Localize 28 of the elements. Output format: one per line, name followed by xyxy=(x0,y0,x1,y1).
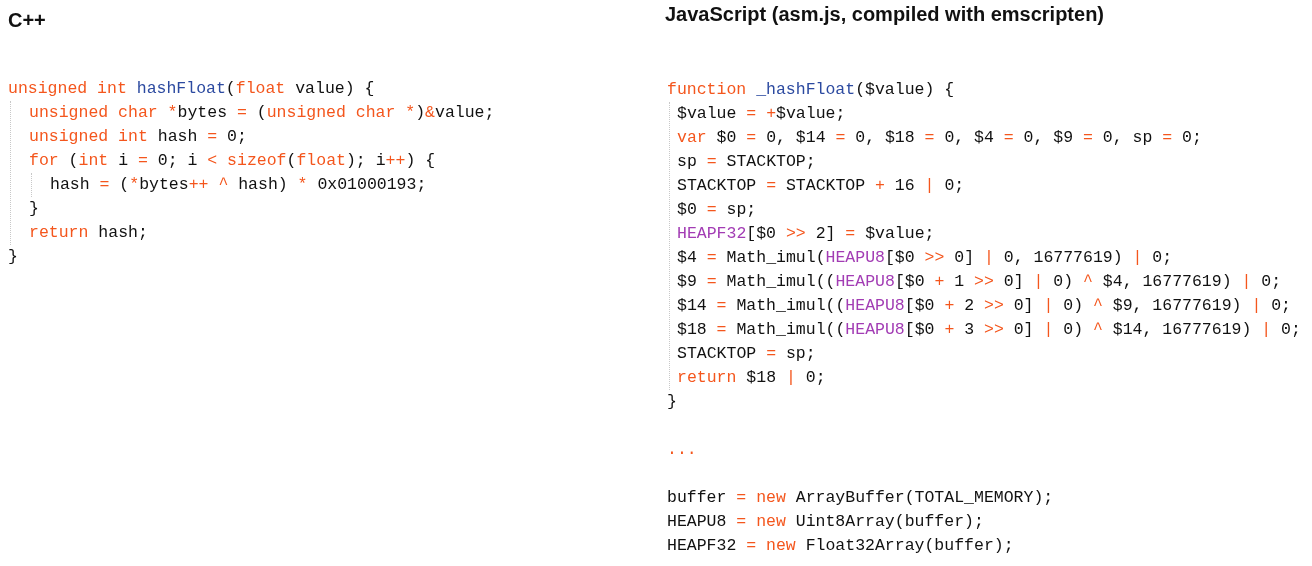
code-line: unsigned int hash = 0; xyxy=(29,127,247,146)
code-title: C++ xyxy=(8,9,46,31)
code-line: unsigned char *bytes = (unsigned char *)&value; xyxy=(29,103,495,122)
code-line: buffer = new ArrayBuffer(TOTAL_MEMORY); xyxy=(667,488,1054,507)
code-line: return $18 | 0; xyxy=(677,368,826,387)
code-line: ... xyxy=(667,440,697,459)
code-line: $18 = Math_imul((HEAPU8[$0 + 3 >> 0] | 0) ^ $14, 16777619) | 0; xyxy=(677,320,1301,339)
code-line: sp = STACKTOP; xyxy=(677,152,816,171)
code-line: HEAPF32 = new Float32Array(buffer); xyxy=(667,536,1014,555)
code-line: unsigned int hashFloat(float value) { xyxy=(8,79,375,98)
code-line: $14 = Math_imul((HEAPU8[$0 + 2 >> 0] | 0) ^ $9, 16777619) | 0; xyxy=(677,296,1291,315)
code-line: HEAPU8 = new Uint8Array(buffer); xyxy=(667,512,984,531)
code-line: return hash; xyxy=(29,223,148,242)
code-line: for (int i = 0; i < sizeof(float); i++) { xyxy=(29,151,436,170)
code-line: HEAPF32[$0 >> 2] = $value; xyxy=(677,224,935,243)
code-line: $4 = Math_imul(HEAPU8[$0 >> 0] | 0, 16777619) | 0; xyxy=(677,248,1173,267)
code-line: $value = +$value; xyxy=(677,104,846,123)
code-line: hash = (*bytes++ ^ hash) * 0x01000193; xyxy=(50,175,427,194)
code-line: } xyxy=(29,199,39,218)
code-line: } xyxy=(8,247,18,266)
code-line: STACKTOP = sp; xyxy=(677,344,816,363)
code-line: STACKTOP = STACKTOP + 16 | 0; xyxy=(677,176,965,195)
code-line: $0 = sp; xyxy=(677,200,757,219)
code-line: function _hashFloat($value) { xyxy=(667,80,955,99)
code-line: var $0 = 0, $14 = 0, $18 = 0, $4 = 0, $9 = 0, sp = 0; xyxy=(677,128,1202,147)
code-title: JavaScript (asm.js, compiled with emscripten) xyxy=(665,3,1105,25)
code-line: } xyxy=(667,392,677,411)
code-line: $9 = Math_imul((HEAPU8[$0 + 1 >> 0] | 0) ^ $4, 16777619) | 0; xyxy=(677,272,1282,291)
